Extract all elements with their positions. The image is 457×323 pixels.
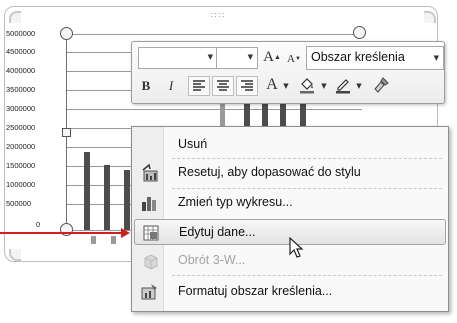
- chart-resize-grip-top[interactable]: ::::: [204, 11, 232, 19]
- plot-area-handle[interactable]: [60, 27, 73, 40]
- chart-bar[interactable]: [104, 165, 110, 230]
- screenshot-stage: :::: 5000000 4500000 4000000 3500000 300…: [0, 0, 457, 323]
- y-tick-label: 2500000: [6, 123, 36, 132]
- italic-button[interactable]: I: [162, 76, 180, 96]
- annotation-arrow: [0, 232, 122, 234]
- menu-item-label: Resetuj, aby dopasować do stylu: [178, 165, 361, 179]
- menu-item-label: Obrót 3-W...: [178, 253, 246, 267]
- y-tick-label: 2000000: [6, 142, 36, 151]
- chart-bar[interactable]: [280, 104, 286, 126]
- menu-separator: [172, 275, 442, 276]
- chart-bar[interactable]: [84, 152, 90, 230]
- y-tick-label: 3500000: [6, 85, 36, 94]
- chart-bar[interactable]: [262, 104, 268, 126]
- y-tick-label: 1000000: [6, 180, 36, 189]
- dropdown-arrow-icon: ▼: [247, 53, 253, 61]
- y-tick-label: 0: [36, 220, 41, 229]
- mouse-cursor-icon: [289, 237, 304, 258]
- menu-item-label: Zmień typ wykresu...: [178, 195, 293, 209]
- y-tick-label: 4000000: [6, 66, 36, 75]
- context-menu: Usuń Resetuj, aby dopasować do stylu Zmi…: [131, 126, 449, 312]
- align-right-button[interactable]: [236, 76, 258, 96]
- chart-type-icon: [141, 194, 159, 212]
- gridline: [66, 109, 362, 110]
- reset-style-icon: [141, 163, 159, 182]
- plot-area-handle[interactable]: [62, 128, 71, 137]
- chart-bar[interactable]: [300, 104, 306, 126]
- edit-data-icon: [142, 224, 160, 242]
- outline-color-icon[interactable]: [332, 75, 354, 95]
- font-color-icon[interactable]: A: [263, 75, 281, 95]
- y-tick-label: 4500000: [6, 47, 36, 56]
- chart-bar[interactable]: [244, 104, 250, 126]
- chart-resize-corner-top-left[interactable]: [9, 11, 21, 23]
- annotation-arrow-head: [121, 228, 130, 238]
- chart-element-value: Obszar kreślenia: [311, 50, 405, 64]
- y-tick-label: 5000000: [6, 29, 36, 38]
- mini-toolbar: ▼ ▼ A▲ A▼ Obszar kreślenia ▼ B I A ▼ ▼: [131, 41, 445, 104]
- plot-area-handle[interactable]: [353, 26, 366, 39]
- y-tick-label: 500000: [6, 199, 32, 208]
- menu-item-change-chart-type[interactable]: Zmień typ wykresu...: [134, 190, 446, 216]
- menu-item-label: Edytuj dane...: [179, 225, 256, 239]
- menu-separator: [172, 188, 442, 189]
- plot-area-handle[interactable]: [60, 223, 73, 236]
- menu-item-delete[interactable]: Usuń: [134, 132, 446, 158]
- chart-bar[interactable]: [91, 236, 96, 244]
- chart-element-selector[interactable]: Obszar kreślenia ▼: [306, 46, 444, 70]
- gridline: [66, 34, 362, 35]
- fill-color-icon[interactable]: [296, 75, 318, 95]
- chart-bar[interactable]: [124, 170, 130, 230]
- fill-color-dropdown-icon[interactable]: ▼: [319, 76, 329, 96]
- font-name-combo[interactable]: ▼: [138, 47, 218, 69]
- y-tick-label: 3000000: [6, 104, 36, 113]
- align-center-button[interactable]: [212, 76, 234, 96]
- rotate-3d-icon: [141, 252, 159, 270]
- dropdown-arrow-icon: ▼: [433, 54, 439, 62]
- menu-item-label: Formatuj obszar kreślenia...: [178, 284, 333, 298]
- font-size-combo[interactable]: ▼: [216, 47, 258, 69]
- outline-color-dropdown-icon[interactable]: ▼: [354, 76, 364, 96]
- menu-separator: [172, 158, 442, 159]
- menu-item-reset-style[interactable]: Resetuj, aby dopasować do stylu: [134, 160, 446, 186]
- align-left-button[interactable]: [188, 76, 210, 96]
- chart-bar[interactable]: [111, 236, 116, 244]
- font-color-dropdown-icon[interactable]: ▼: [281, 76, 291, 96]
- menu-item-format-plot-area[interactable]: Formatuj obszar kreślenia...: [134, 279, 446, 305]
- grow-font-icon[interactable]: A ▲: [262, 47, 282, 67]
- bold-button[interactable]: B: [136, 76, 156, 96]
- y-tick-label: 1500000: [6, 161, 36, 170]
- format-plot-area-icon: [141, 283, 159, 301]
- align-center-icon: [217, 80, 229, 91]
- format-painter-icon[interactable]: [370, 75, 392, 95]
- align-left-icon: [193, 80, 205, 91]
- menu-item-label: Usuń: [178, 137, 208, 151]
- shrink-font-icon[interactable]: A ▼: [285, 49, 303, 69]
- align-right-icon: [241, 80, 253, 91]
- dropdown-arrow-icon: ▼: [207, 53, 213, 61]
